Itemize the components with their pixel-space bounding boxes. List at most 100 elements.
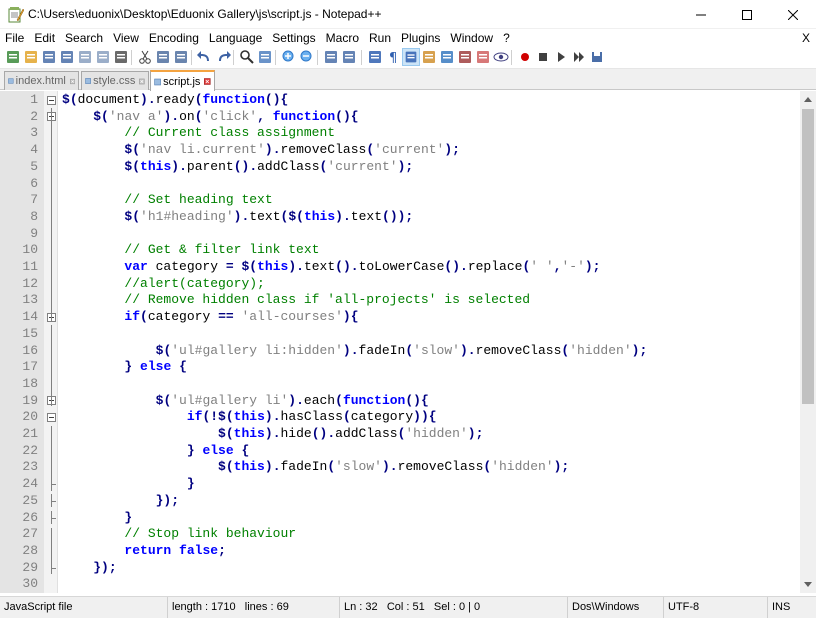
code-line[interactable]: $('nav li.current').removeClass('current… — [62, 142, 460, 159]
tab-style-css[interactable]: style.css — [81, 71, 149, 90]
code-line[interactable]: }); — [62, 493, 179, 510]
cut-button[interactable] — [136, 48, 154, 66]
code-line[interactable]: } — [62, 476, 195, 493]
close-all-button[interactable] — [94, 48, 112, 66]
tab-close-icon[interactable] — [69, 76, 75, 87]
code-line[interactable]: $(this).parent().addClass('current'); — [62, 159, 413, 176]
save-all-button[interactable] — [58, 48, 76, 66]
menu-help[interactable]: ? — [498, 29, 515, 47]
tab-script-js[interactable]: script.js — [150, 70, 215, 91]
indent-guide-button[interactable] — [402, 48, 420, 66]
tab-close-icon[interactable] — [139, 76, 145, 87]
print-button[interactable] — [112, 48, 130, 66]
fold-toggle[interactable] — [47, 95, 56, 105]
run-macro-multiple-button[interactable] — [570, 48, 588, 66]
code-line[interactable]: } else { — [62, 443, 249, 460]
code-token: ) — [459, 342, 468, 358]
code-line[interactable]: $('h1#heading').text($(this).text()); — [62, 209, 413, 226]
code-line[interactable]: return false; — [62, 543, 225, 560]
window-title: C:\Users\eduonix\Desktop\Eduonix Gallery… — [28, 7, 382, 21]
minimize-button[interactable] — [678, 0, 724, 29]
redo-button[interactable] — [214, 48, 232, 66]
code-line[interactable]: if(category == 'all-courses'){ — [62, 309, 358, 326]
close-document-button[interactable]: X — [802, 29, 810, 47]
scroll-down-button[interactable] — [800, 576, 816, 593]
save-macro-button[interactable] — [588, 48, 606, 66]
code-token: ) — [264, 142, 273, 158]
new-file-button[interactable] — [4, 48, 22, 66]
zoom-out-button[interactable] — [298, 48, 316, 66]
code-line[interactable]: // Remove hidden class if 'all-projects'… — [62, 292, 530, 309]
code-line[interactable]: } else { — [62, 359, 186, 376]
document-map-button[interactable] — [438, 48, 456, 66]
find-button[interactable] — [238, 48, 256, 66]
code-line[interactable]: $(this).hide().addClass('hidden'); — [62, 426, 483, 443]
maximize-button[interactable] — [724, 0, 770, 29]
show-all-chars-button[interactable]: ¶ — [384, 48, 402, 66]
paste-button[interactable] — [172, 48, 190, 66]
menu-macro[interactable]: Macro — [321, 29, 364, 47]
sync-horizontal-button[interactable] — [340, 48, 358, 66]
menu-search[interactable]: Search — [60, 29, 108, 47]
menu-language[interactable]: Language — [204, 29, 267, 47]
menu-settings[interactable]: Settings — [267, 29, 320, 47]
code-token: ) — [264, 459, 273, 475]
menu-encoding[interactable]: Encoding — [144, 29, 204, 47]
code-line[interactable]: $('ul#gallery li').each(function(){ — [62, 393, 429, 410]
code-token: text — [249, 208, 281, 224]
replace-button[interactable] — [256, 48, 274, 66]
save-button[interactable] — [40, 48, 58, 66]
record-macro-button[interactable] — [516, 48, 534, 66]
code-line[interactable]: $('nav a').on('click', function(){ — [62, 109, 358, 126]
code-line[interactable]: // Get & filter link text — [62, 242, 319, 259]
user-language-button[interactable] — [420, 48, 438, 66]
code-token: 'current' — [327, 158, 398, 174]
copy-button[interactable] — [154, 48, 172, 66]
menu-window[interactable]: Window — [445, 29, 498, 47]
code-line[interactable]: // Set heading text — [62, 192, 272, 209]
close-window-button[interactable] — [770, 0, 816, 29]
menu-plugins[interactable]: Plugins — [396, 29, 445, 47]
stop-recording-button[interactable] — [534, 48, 552, 66]
function-list-button[interactable] — [456, 48, 474, 66]
monitoring-button[interactable] — [492, 48, 510, 66]
code-line[interactable]: // Current class assignment — [62, 125, 335, 142]
fold-toggle[interactable] — [47, 412, 56, 422]
code-token: { — [241, 442, 250, 458]
code-token: if — [186, 409, 203, 425]
vertical-scrollbar[interactable] — [800, 91, 816, 593]
menu-run[interactable]: Run — [364, 29, 396, 47]
folder-workspace-button[interactable] — [474, 48, 492, 66]
status-length-lines: length : 1710 lines : 69 — [168, 597, 340, 618]
code-line[interactable]: if(!$(this).hasClass(category)){ — [62, 409, 437, 426]
tab-index-html[interactable]: index.html — [4, 71, 79, 90]
code-line[interactable]: var category = $(this).text().toLowerCas… — [62, 259, 600, 276]
code-line[interactable]: //alert(category); — [62, 276, 264, 293]
scrollbar-thumb[interactable] — [802, 109, 814, 404]
undo-button[interactable] — [196, 48, 214, 66]
playback-macro-button[interactable] — [552, 48, 570, 66]
menu-edit[interactable]: Edit — [29, 29, 60, 47]
word-wrap-button[interactable] — [366, 48, 384, 66]
close-button[interactable] — [76, 48, 94, 66]
menu-view[interactable]: View — [108, 29, 144, 47]
tab-close-icon[interactable] — [204, 76, 211, 87]
status-eol: Dos\Windows — [568, 597, 664, 618]
toolbar-separator — [233, 50, 234, 65]
user-language-icon — [423, 51, 435, 63]
code-editor[interactable]: 1 2 3 4 5 6 7 8 9 10 11 12 13 14 15 16 17 18 19 20 21 22 23 24 2… — [0, 91, 800, 593]
code-line[interactable]: $(this).fadeIn('slow').removeClass('hidd… — [62, 459, 569, 476]
code-line[interactable]: } — [62, 510, 132, 527]
open-file-button[interactable] — [22, 48, 40, 66]
sync-vertical-button[interactable] — [322, 48, 340, 66]
code-line[interactable]: // Stop link behaviour — [62, 526, 296, 543]
zoom-in-button[interactable] — [280, 48, 298, 66]
code-token: () — [335, 259, 351, 274]
scroll-up-button[interactable] — [800, 91, 816, 108]
code-line[interactable]: $(document).ready(function(){ — [62, 92, 288, 109]
code-line[interactable]: $('ul#gallery li:hidden').fadeIn('slow')… — [62, 342, 648, 360]
menu-file[interactable]: File — [0, 29, 29, 47]
code-line[interactable]: }); — [62, 560, 116, 577]
